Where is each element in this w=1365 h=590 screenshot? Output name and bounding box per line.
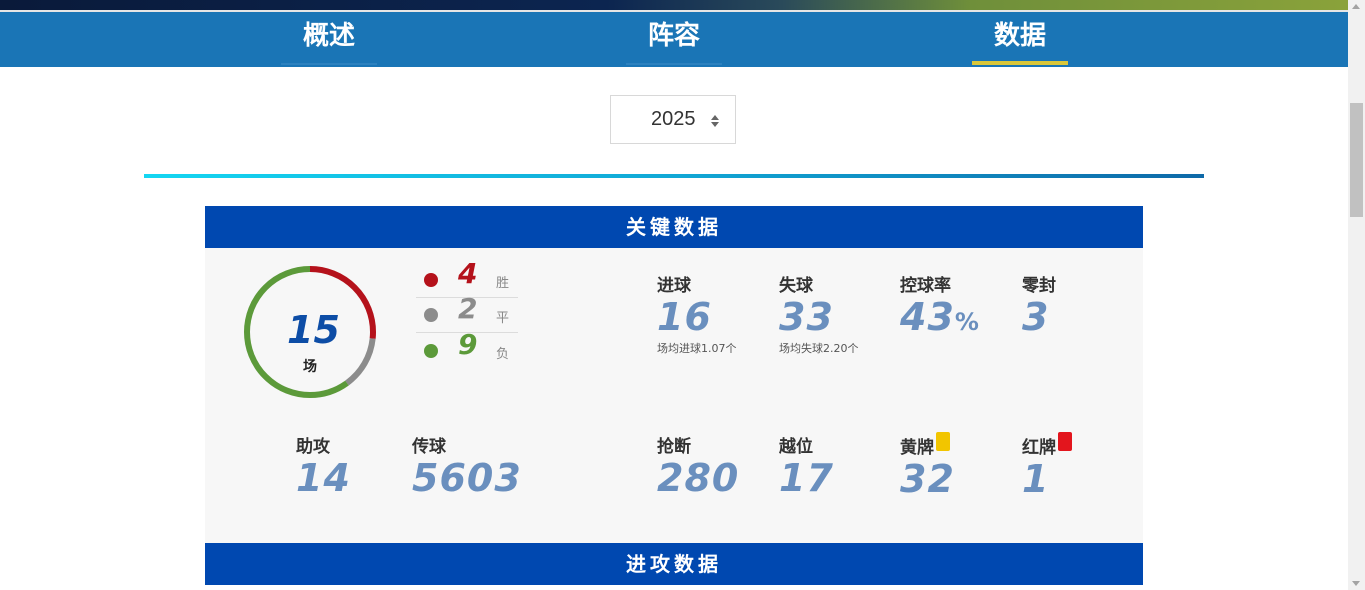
stat-assists-value: 14 xyxy=(296,456,351,500)
section-header-attack-stats: 进攻数据 xyxy=(205,543,1143,585)
tab-underline xyxy=(281,63,377,65)
tab-data[interactable]: 数据 xyxy=(972,12,1068,67)
stat-conceded-value: 33 xyxy=(779,295,834,339)
stat-red-cards-label-wrap: 红牌 xyxy=(1022,432,1072,458)
total-matches: 15 xyxy=(287,308,340,352)
stat-clean-sheets: 零封 3 xyxy=(1022,271,1056,336)
red-card-icon xyxy=(1058,432,1072,451)
yellow-card-icon xyxy=(936,432,950,451)
stat-offsides: 越位 17 xyxy=(779,432,834,497)
scrollbar[interactable] xyxy=(1348,0,1365,590)
stat-clean-sheets-label: 零封 xyxy=(1022,276,1056,296)
stat-red-cards: 红牌 1 xyxy=(1022,432,1072,498)
record-loss: 9 负 xyxy=(416,328,518,368)
stat-red-cards-value: 1 xyxy=(1022,457,1050,501)
stat-conceded-sub: 场均失球2.20个 xyxy=(779,342,859,355)
tab-lineup-label: 阵容 xyxy=(647,21,700,51)
scroll-up-icon[interactable] xyxy=(1352,4,1360,9)
stat-yellow-cards-label-wrap: 黄牌 xyxy=(900,432,955,458)
stat-red-cards-label: 红牌 xyxy=(1022,438,1056,458)
win-dot-icon xyxy=(424,273,438,287)
draw-count: 2 xyxy=(458,292,478,325)
stat-passes-value: 5603 xyxy=(412,456,522,500)
tab-lineup[interactable]: 阵容 xyxy=(626,12,722,67)
stat-tackles: 抢断 280 xyxy=(657,432,739,497)
stat-yellow-cards-value: 32 xyxy=(900,457,955,501)
scroll-down-icon[interactable] xyxy=(1352,581,1360,586)
stat-possession-unit: % xyxy=(954,308,980,336)
stat-conceded-label: 失球 xyxy=(779,276,813,296)
tab-overview[interactable]: 概述 xyxy=(281,12,377,67)
stat-offsides-value: 17 xyxy=(779,456,834,500)
draw-dot-icon xyxy=(424,308,438,322)
stat-offsides-label: 越位 xyxy=(779,437,813,457)
stat-possession-label: 控球率 xyxy=(900,276,951,296)
stat-possession-value: 43 xyxy=(900,295,955,339)
scrollbar-thumb[interactable] xyxy=(1350,103,1363,217)
tab-active-underline xyxy=(972,61,1068,65)
stat-assists: 助攻 14 xyxy=(296,432,351,497)
top-banner xyxy=(0,0,1348,12)
stat-goals-sub: 场均进球1.07个 xyxy=(657,342,737,355)
year-select[interactable]: 2025 xyxy=(610,95,736,144)
stat-possession-value-wrap: 43% xyxy=(900,298,980,341)
loss-dot-icon xyxy=(424,344,438,358)
loss-count: 9 xyxy=(458,328,478,361)
tab-overview-label: 概述 xyxy=(302,21,355,51)
win-count: 4 xyxy=(458,257,478,290)
stat-goals: 进球 16 场均进球1.07个 xyxy=(657,271,737,356)
section-header-key-stats: 关键数据 xyxy=(205,206,1143,248)
year-select-value: 2025 xyxy=(651,108,696,130)
stat-possession: 控球率 43% xyxy=(900,271,980,341)
stat-assists-label: 助攻 xyxy=(296,437,330,457)
stat-tackles-value: 280 xyxy=(657,456,740,500)
stat-passes-label: 传球 xyxy=(412,437,446,457)
win-label: 胜 xyxy=(496,276,510,291)
draw-label: 平 xyxy=(496,311,510,326)
stat-conceded: 失球 33 场均失球2.20个 xyxy=(779,271,859,356)
stat-passes: 传球 5603 xyxy=(412,432,522,497)
matches-unit: 场 xyxy=(303,359,317,375)
stat-goals-label: 进球 xyxy=(657,276,691,296)
section-divider xyxy=(144,174,1204,178)
tab-data-label: 数据 xyxy=(993,21,1046,51)
nav-bar: 概述 阵容 数据 xyxy=(0,12,1348,67)
stat-goals-value: 16 xyxy=(657,295,712,339)
loss-label: 负 xyxy=(496,347,510,362)
stat-tackles-label: 抢断 xyxy=(657,437,691,457)
stat-clean-sheets-value: 3 xyxy=(1022,295,1050,339)
stat-yellow-cards: 黄牌 32 xyxy=(900,432,955,498)
stat-yellow-cards-label: 黄牌 xyxy=(900,438,934,458)
key-stats-panel: 15 场 4 胜 2 平 9 负 进球 16 场均进球1.07个 失球 33 场… xyxy=(205,248,1143,543)
updown-arrows-icon xyxy=(710,115,720,129)
tab-underline xyxy=(626,63,722,65)
